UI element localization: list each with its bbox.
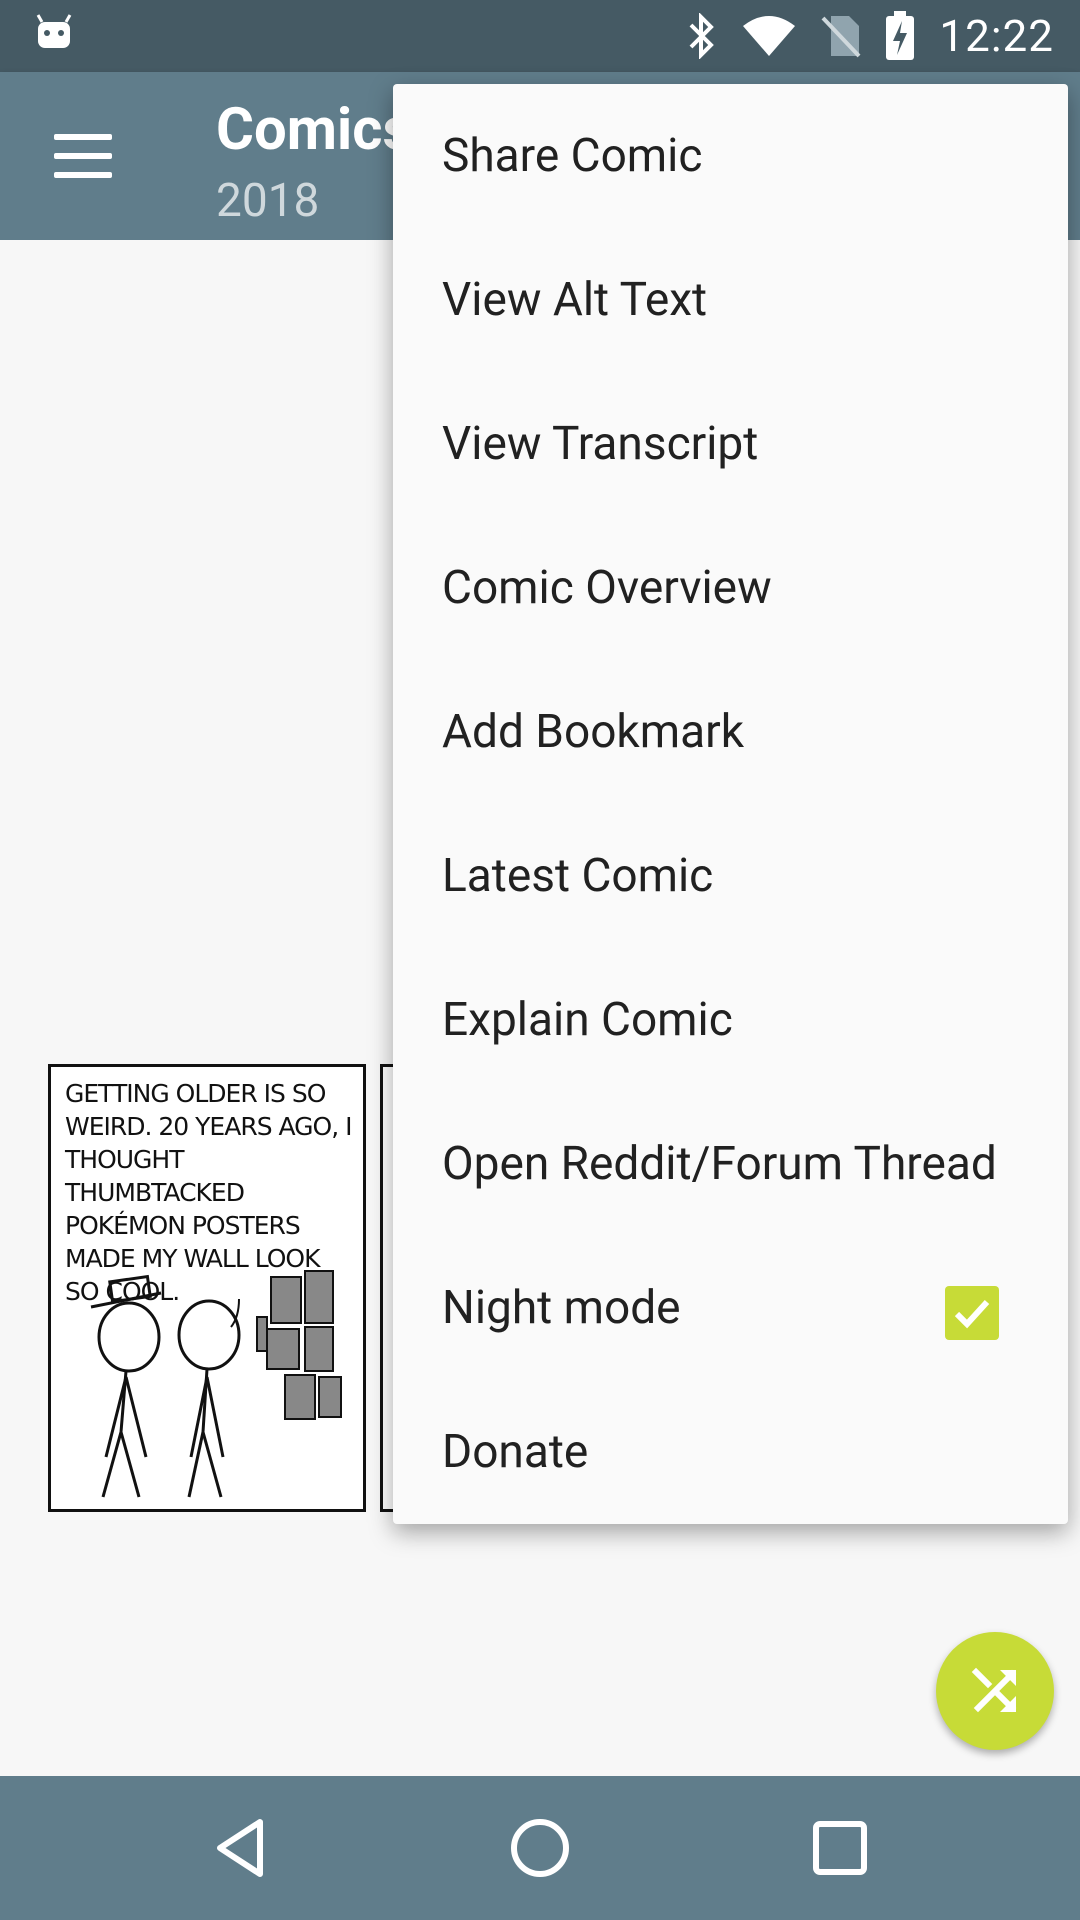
system-nav-bar	[0, 1776, 1080, 1920]
menu-item-comic-overview[interactable]: Comic Overview	[393, 516, 1068, 660]
android-debug-icon	[36, 14, 72, 48]
night-mode-checkbox[interactable]	[945, 1286, 999, 1340]
battery-charging-icon	[886, 11, 915, 60]
home-icon[interactable]	[508, 1816, 572, 1880]
menu-item-label: View Transcript	[442, 417, 759, 471]
menu-item-view-transcript[interactable]: View Transcript	[393, 372, 1068, 516]
random-comic-button[interactable]	[936, 1632, 1054, 1750]
menu-item-explain-comic[interactable]: Explain Comic	[393, 948, 1068, 1092]
menu-item-open-thread[interactable]: Open Reddit/Forum Thread	[393, 1092, 1068, 1236]
menu-item-label: Explain Comic	[442, 993, 733, 1047]
menu-item-label: Share Comic	[442, 129, 703, 183]
comic-figures-illustration	[90, 1270, 342, 1498]
menu-item-view-alt-text[interactable]: View Alt Text	[393, 228, 1068, 372]
hamburger-icon[interactable]	[54, 134, 112, 178]
page-title: Comics	[216, 96, 413, 164]
clock: 12:22	[939, 10, 1054, 62]
no-sim-icon	[821, 16, 861, 58]
menu-item-label: Night mode	[442, 1281, 681, 1335]
menu-item-latest-comic[interactable]: Latest Comic	[393, 804, 1068, 948]
checkmark-icon	[954, 1299, 990, 1329]
recents-icon[interactable]	[808, 1816, 872, 1880]
menu-item-label: Comic Overview	[442, 561, 772, 615]
menu-item-label: Donate	[442, 1425, 589, 1479]
status-bar: 12:22	[0, 0, 1080, 72]
menu-item-share-comic[interactable]: Share Comic	[393, 84, 1068, 228]
menu-item-label: View Alt Text	[442, 273, 708, 327]
overflow-menu: Share Comic View Alt Text View Transcrip…	[393, 84, 1068, 1524]
page-subtitle: 2018	[216, 174, 320, 228]
comic-image[interactable]: Getting older is so weird. 20 years ago,…	[48, 1064, 366, 1512]
back-icon[interactable]	[210, 1816, 274, 1880]
menu-item-label: Add Bookmark	[442, 705, 745, 759]
menu-item-label: Latest Comic	[442, 849, 714, 903]
menu-item-add-bookmark[interactable]: Add Bookmark	[393, 660, 1068, 804]
bluetooth-icon	[690, 13, 715, 59]
shuffle-icon	[971, 1667, 1017, 1713]
menu-item-night-mode[interactable]: Night mode	[393, 1236, 1068, 1380]
menu-item-label: Open Reddit/Forum Thread	[442, 1137, 997, 1191]
menu-item-donate[interactable]: Donate	[393, 1380, 1068, 1524]
wifi-icon	[743, 16, 796, 56]
